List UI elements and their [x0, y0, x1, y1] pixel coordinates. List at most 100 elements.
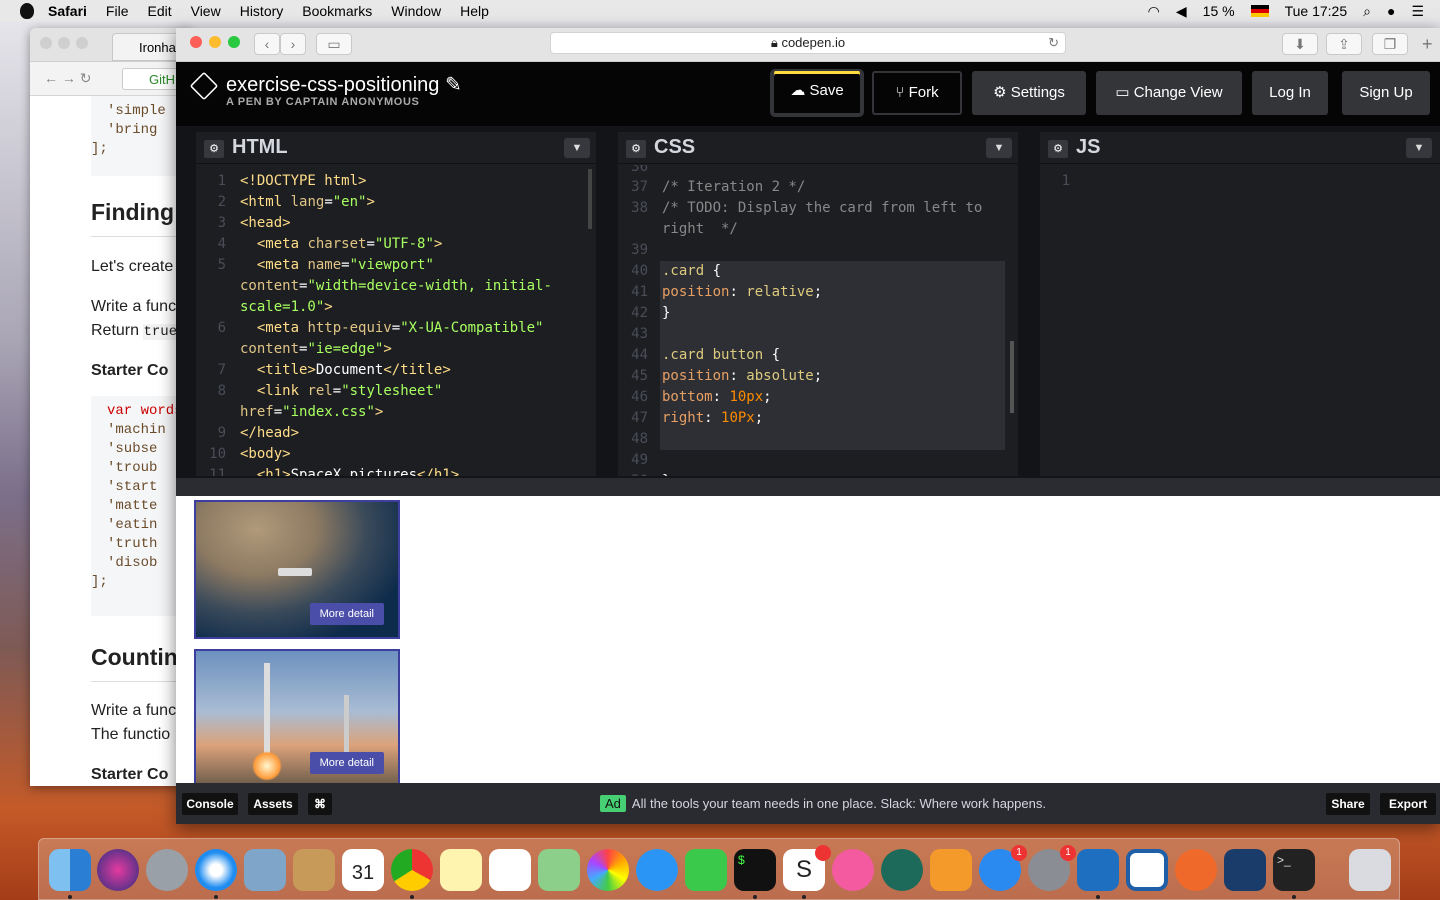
css-scrollbar[interactable]: [1010, 341, 1014, 413]
more-detail-button[interactable]: More detail: [309, 752, 384, 774]
mail-icon[interactable]: [244, 849, 286, 891]
postman-icon[interactable]: [1175, 849, 1217, 891]
share-button[interactable]: ⇪: [1326, 33, 1362, 55]
assets-button[interactable]: Assets: [248, 793, 298, 815]
js-pane[interactable]: ⚙ JS ▼ 1: [1040, 132, 1440, 476]
chrome-icon[interactable]: [391, 849, 433, 891]
login-button[interactable]: Log In: [1252, 71, 1328, 115]
sidebar-button[interactable]: ▭: [316, 33, 352, 55]
trash-icon[interactable]: [1349, 849, 1391, 891]
css-code-editor[interactable]: 363738394041424344454647484950 /* Iterat…: [618, 165, 1018, 476]
change-view-button[interactable]: ▭ Change View: [1096, 71, 1242, 115]
ad-banner[interactable]: Ad All the tools your team needs in one p…: [600, 795, 1046, 812]
html-code-editor[interactable]: 1 2 3 4 5 6 7 8 9 10 11 <!DOCTYPE html> <html lang…: [196, 165, 596, 476]
forward-button[interactable]: ›: [280, 33, 306, 55]
menu-bookmarks[interactable]: Bookmarks: [302, 3, 372, 19]
time-machine-icon[interactable]: [881, 849, 923, 891]
html-settings-icon[interactable]: ⚙: [204, 140, 224, 158]
siri-icon[interactable]: [97, 849, 139, 891]
html-pane[interactable]: ⚙ HTML ▼ 1 2 3 4 5 6 7 8 9 10 11 <!DOCTYPE html> <ht…: [196, 132, 596, 476]
volume-icon[interactable]: ◀: [1176, 3, 1187, 20]
flag-icon[interactable]: [1250, 5, 1269, 17]
para-create: Let's create: [91, 258, 174, 275]
export-button[interactable]: Export: [1380, 793, 1436, 815]
menu-file[interactable]: File: [106, 3, 129, 19]
new-tab-button[interactable]: +: [1422, 34, 1433, 55]
tabs-button[interactable]: ❐: [1372, 33, 1408, 55]
pencil-icon[interactable]: ✎: [445, 74, 462, 96]
lock-icon: 🔒︎: [770, 35, 782, 50]
battery-percent[interactable]: 15 %: [1203, 3, 1235, 19]
maps-icon[interactable]: [538, 849, 580, 891]
editor-area: ⚙ HTML ▼ 1 2 3 4 5 6 7 8 9 10 11 <!DOCTYPE html> <ht…: [176, 126, 1440, 482]
slack-badge: [815, 845, 831, 861]
close-button[interactable]: [190, 36, 202, 48]
more-detail-button[interactable]: More detail: [309, 603, 384, 625]
address-bar[interactable]: 🔒︎ codepen.io ↻: [550, 32, 1066, 54]
card: More detail: [194, 649, 400, 783]
menu-app[interactable]: Safari: [48, 3, 87, 19]
fork-button[interactable]: ⑂ Fork: [872, 71, 962, 115]
para-return: Return true: [91, 322, 178, 340]
save-button[interactable]: ☁ Save: [772, 71, 862, 115]
exhaust-shape: [252, 751, 282, 781]
wifi-icon[interactable]: ◠: [1148, 3, 1160, 20]
keyboard-shortcuts-button[interactable]: ⌘: [308, 793, 332, 815]
codepen-logo-icon[interactable]: [189, 71, 219, 101]
books-icon[interactable]: [930, 849, 972, 891]
reminders-icon[interactable]: [489, 849, 531, 891]
safari-window: ‹ › ▭ 🔒︎ codepen.io ↻ ⬇ ⇪ ❐ + exercise-cs…: [176, 28, 1440, 824]
terminal-money-icon[interactable]: $: [734, 849, 776, 891]
menu-help[interactable]: Help: [460, 3, 489, 19]
app-store-badge: 1: [1011, 845, 1027, 861]
css-settings-icon[interactable]: ⚙: [626, 140, 646, 158]
launchpad-icon[interactable]: [146, 849, 188, 891]
vscode-icon[interactable]: [1077, 849, 1119, 891]
reload-icon[interactable]: ↻: [1048, 33, 1059, 53]
signup-button[interactable]: Sign Up: [1342, 71, 1430, 115]
apple-icon[interactable]: [20, 3, 34, 19]
pen-title[interactable]: exercise-css-positioning ✎: [226, 72, 462, 97]
xcode-instruments-icon[interactable]: [1224, 849, 1266, 891]
spotlight-icon[interactable]: ⌕: [1363, 3, 1371, 20]
css-gutter: 363738394041424344454647484950: [631, 165, 648, 476]
chevron-down-icon[interactable]: ▼: [564, 138, 590, 158]
back-button[interactable]: ‹: [254, 33, 280, 55]
rocket-shape: [344, 695, 349, 755]
finder-icon[interactable]: [49, 849, 91, 891]
messages-icon[interactable]: [636, 849, 678, 891]
share-button[interactable]: Share: [1326, 793, 1370, 815]
terminal-icon[interactable]: >_: [1273, 849, 1315, 891]
settings-button[interactable]: ⚙ Settings: [972, 71, 1086, 115]
resize-handle[interactable]: [176, 478, 1440, 496]
menu-history[interactable]: History: [240, 3, 284, 19]
zoom-button[interactable]: [228, 36, 240, 48]
music-icon[interactable]: [832, 849, 874, 891]
chevron-down-icon[interactable]: ▼: [986, 138, 1012, 158]
menu-edit[interactable]: Edit: [147, 3, 171, 19]
js-code-editor[interactable]: 1: [1040, 165, 1440, 476]
menu-window[interactable]: Window: [391, 3, 441, 19]
minimize-button[interactable]: [209, 36, 221, 48]
spacecraft-shape: [278, 568, 312, 576]
background-browser-window[interactable]: Ironha ← → ↻ GitH 'simple'bring]; Findin…: [30, 28, 190, 786]
js-settings-icon[interactable]: ⚙: [1048, 140, 1068, 158]
starter-code-label-2: Starter Co: [91, 766, 169, 783]
photos-icon[interactable]: [587, 849, 629, 891]
notification-center-icon[interactable]: ☰: [1411, 3, 1424, 20]
css-pane[interactable]: ⚙CSS▼ 363738394041424344454647484950 /* …: [618, 132, 1018, 476]
menu-view[interactable]: View: [191, 3, 221, 19]
chevron-down-icon[interactable]: ▼: [1406, 138, 1432, 158]
html-scrollbar[interactable]: [588, 169, 592, 229]
calendar-icon[interactable]: 31: [342, 849, 384, 891]
facetime-icon[interactable]: [685, 849, 727, 891]
clock[interactable]: Tue 17:25: [1285, 3, 1348, 19]
safari-icon[interactable]: [195, 849, 237, 891]
siri-icon[interactable]: ●: [1387, 3, 1395, 19]
console-button[interactable]: Console: [182, 793, 238, 815]
codepen-footer: Console Assets ⌘ Ad All the tools your te…: [176, 783, 1440, 824]
download-button[interactable]: ⬇: [1282, 33, 1318, 55]
sourcetree-icon[interactable]: [1126, 849, 1168, 891]
contacts-icon[interactable]: [293, 849, 335, 891]
notes-icon[interactable]: [440, 849, 482, 891]
